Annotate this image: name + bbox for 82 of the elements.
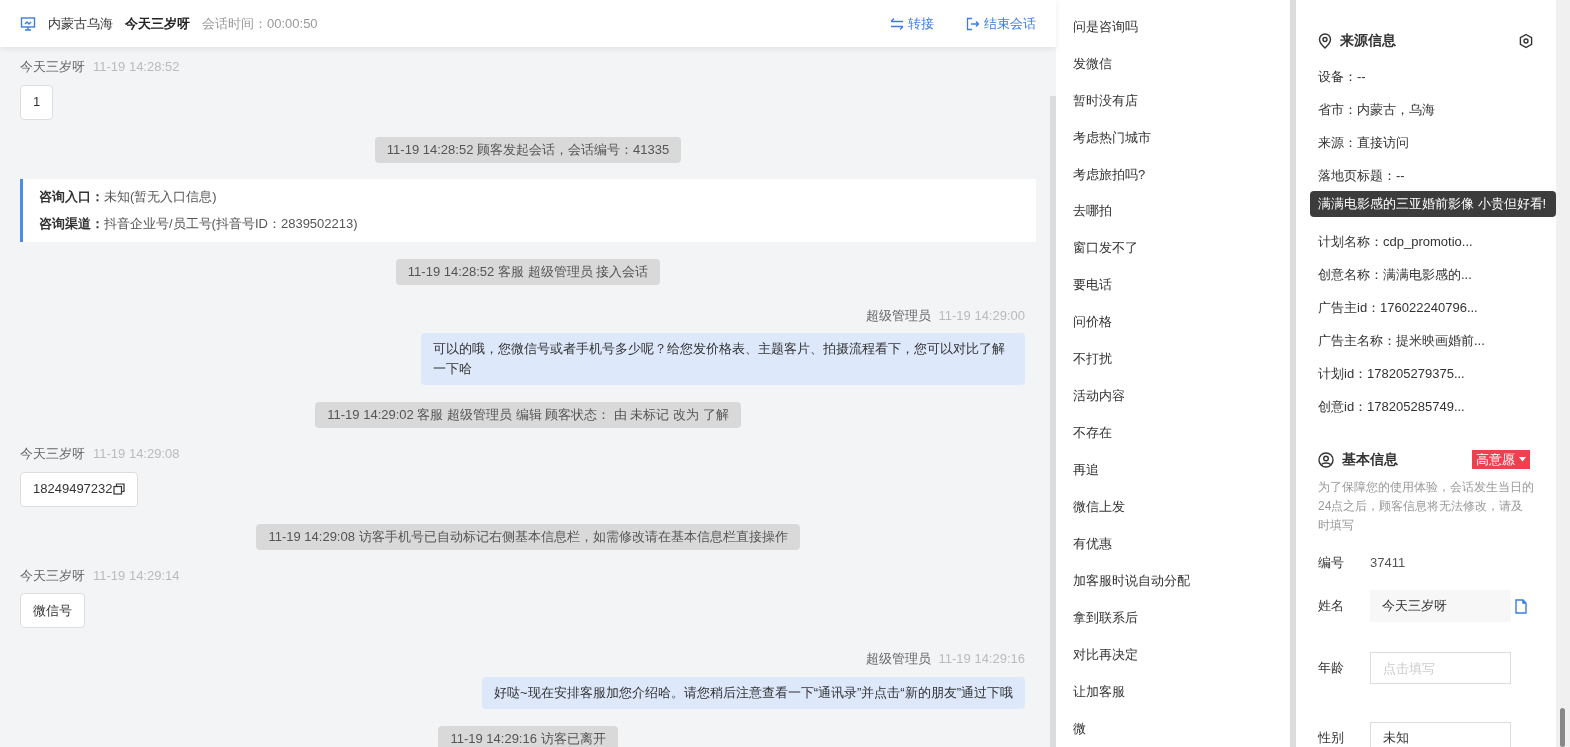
end-session-button[interactable]: 结束会话: [966, 13, 1036, 34]
notice-text: 为了保障您的使用体验，会话发生当日的24点之后，顾客信息将无法修改，请及时填写: [1318, 479, 1534, 534]
quick-reply-item[interactable]: 加客服时说自动分配: [1073, 562, 1290, 600]
exit-icon: [966, 16, 980, 31]
source-info-row-text: 省市：内蒙古，乌海: [1318, 100, 1436, 119]
input-field[interactable]: 未知: [1370, 722, 1511, 747]
agent-message: 好哒~现在安排客服加您介绍哈。请您稍后注意查看一下“通讯录”并点击“新的朋友”通过下哦: [482, 676, 1025, 709]
source-info-row-text: 落地页标题：--: [1318, 166, 1406, 185]
quick-reply-item[interactable]: 不存在: [1073, 414, 1290, 452]
quick-reply-item[interactable]: 微: [1073, 710, 1290, 747]
customer-message: 微信号: [20, 593, 85, 628]
message-time: 11-19 14:29:08: [93, 445, 180, 463]
caret-icon: [1519, 457, 1526, 462]
quick-reply-item[interactable]: 有优惠: [1073, 525, 1290, 563]
customer-message: 1: [20, 84, 54, 120]
source-info-row-text: 来源：直接访问: [1318, 133, 1410, 152]
quick-reply-item[interactable]: 去哪拍: [1073, 192, 1290, 230]
quick-reply-item[interactable]: 对比再决定: [1073, 636, 1290, 674]
message-time: 11-19 14:29:14: [93, 566, 180, 585]
section-title: 基本信息: [1342, 450, 1398, 469]
source-info-row-text: 计划名称：cdp_promotio...: [1318, 232, 1474, 251]
customer-message: 18249497232: [20, 471, 138, 507]
copy-icon[interactable]: [112, 483, 125, 495]
source-info-row-text: 广告主id：176022240796...: [1318, 298, 1479, 317]
document-icon[interactable]: [1515, 598, 1527, 614]
quick-reply-item[interactable]: 暂时没有店: [1073, 81, 1290, 119]
info-value: 未知(暂无入口信息): [104, 187, 217, 206]
info-label: 咨询入口：: [39, 187, 104, 206]
system-notice: 11-19 14:28:52 客服 超级管理员 接入会话: [395, 258, 661, 285]
source-info-row-text: 创意id：178205285749...: [1318, 397, 1466, 416]
intent-dropdown[interactable]: 高意愿: [1472, 450, 1530, 469]
user-circle-icon: [1318, 451, 1334, 468]
field-label: 姓名: [1318, 597, 1345, 616]
quick-reply-item[interactable]: 问价格: [1073, 303, 1290, 341]
quick-reply-item[interactable]: 要电话: [1073, 266, 1290, 304]
message-time: 11-19 14:29:00: [938, 306, 1025, 325]
hexagon-settings-icon[interactable]: [1518, 32, 1534, 49]
sender-name: 今天三岁呀: [20, 445, 85, 463]
message-time: 11-19 14:28:52: [93, 58, 180, 76]
agent-message: 可以的哦，您微信号或者手机号多少呢？给您发价格表、主题客片、拍摄流程看下，您可以对比了解一下哈: [421, 333, 1025, 385]
name-field[interactable]: 今天三岁呀: [1370, 590, 1511, 622]
location-pin-icon: [1318, 32, 1332, 49]
swap-arrows-icon: [890, 16, 904, 31]
section-title: 来源信息: [1340, 31, 1396, 50]
customer-name: 今天三岁呀: [125, 14, 190, 33]
sender-name: 今天三岁呀: [20, 58, 85, 76]
scrollbar[interactable]: [1560, 708, 1565, 747]
field-label: 年龄: [1318, 659, 1345, 678]
sender-name: 今天三岁呀: [20, 566, 85, 585]
session-duration: 会话时间：00:00:50: [202, 14, 318, 33]
source-info-row-text: 计划id：178205279375...: [1318, 364, 1466, 383]
location-text: 内蒙古乌海: [48, 14, 113, 33]
quick-reply-item[interactable]: 再追: [1073, 451, 1290, 489]
quick-reply-item[interactable]: 不打扰: [1073, 340, 1290, 378]
quick-reply-item[interactable]: 让加客服: [1073, 673, 1290, 711]
transfer-button[interactable]: 转接: [890, 13, 934, 34]
quick-reply-item[interactable]: 考虑旅拍吗?: [1073, 155, 1290, 193]
quick-reply-item[interactable]: 微信上发: [1073, 488, 1290, 526]
monitor-icon: [20, 15, 36, 32]
quick-reply-item[interactable]: 窗口发不了: [1073, 229, 1290, 267]
quick-reply-item[interactable]: 发微信: [1073, 44, 1290, 82]
message-time: 11-19 14:29:16: [938, 650, 1025, 668]
system-notice: 11-19 14:29:02 客服 超级管理员 编辑 顾客状态： 由 未标记 改为 了解: [315, 402, 741, 428]
sender-name: 超级管理员: [865, 306, 931, 325]
source-info-row-text: 广告主名称：提米映画婚前...: [1318, 331, 1486, 350]
scrollbar[interactable]: [1050, 96, 1056, 747]
info-label: 咨询渠道：: [39, 215, 104, 233]
quick-reply-item[interactable]: 考虑热门城市: [1073, 118, 1290, 156]
field-label: 性别: [1318, 729, 1345, 747]
quick-reply-item[interactable]: 活动内容: [1073, 377, 1290, 415]
system-notice: 11-19 14:29:16 访客已离开: [438, 725, 618, 747]
info-value: 抖音企业号/员工号(抖音号ID：2839502213): [104, 215, 358, 233]
system-notice: 11-19 14:28:52 顾客发起会话，会话编号：41335: [374, 136, 682, 163]
tooltip: 满满电影感的三亚婚前影像 小贵但好看!: [1310, 191, 1556, 217]
field-label: 编号: [1318, 554, 1345, 573]
quick-reply-item[interactable]: 问是咨询吗: [1073, 8, 1290, 45]
field-value: 37411: [1370, 554, 1406, 573]
source-info-row-text: 设备：--: [1318, 67, 1367, 86]
sender-name: 超级管理员: [865, 650, 931, 668]
system-notice: 11-19 14:29:08 访客手机号已自动标记右侧基本信息栏，如需修改请在基本信息栏直接操作: [256, 523, 800, 550]
source-info-row-text: 创意名称：满满电影感的...: [1318, 265, 1473, 284]
quick-reply-item[interactable]: 拿到联系后: [1073, 599, 1290, 637]
